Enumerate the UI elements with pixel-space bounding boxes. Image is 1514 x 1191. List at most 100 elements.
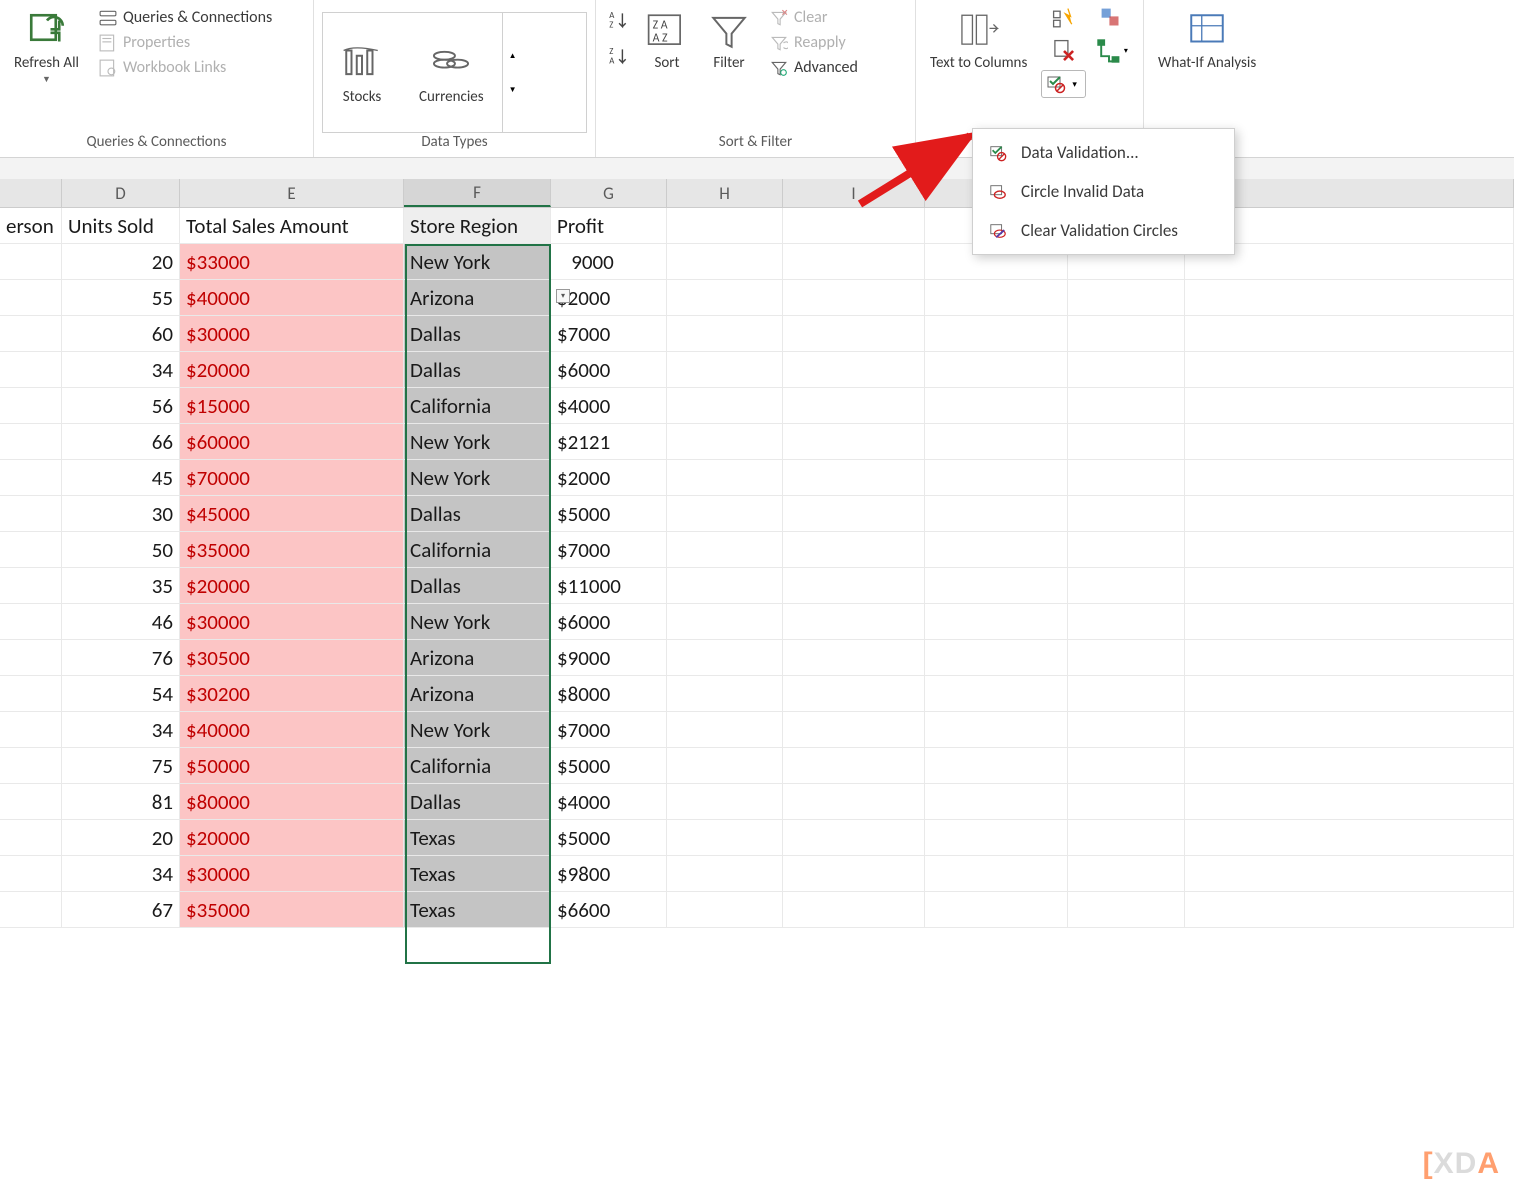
cell[interactable] [1068,712,1185,748]
cell[interactable] [783,712,925,748]
cell[interactable] [1185,640,1514,676]
cell-units[interactable]: 81 [62,784,180,820]
cell-sales[interactable]: $40000 [180,280,404,316]
cell[interactable] [667,388,783,424]
cell-profit[interactable]: $4000 [551,784,667,820]
cell-units[interactable]: 60 [62,316,180,352]
cell-sales[interactable]: $20000 [180,820,404,856]
queries-connections-button[interactable]: Queries & Connections [93,6,278,29]
cell[interactable] [1185,496,1514,532]
filter-button[interactable]: Filter [702,6,756,76]
col-header-h[interactable]: H [667,179,783,207]
cell[interactable] [0,280,62,316]
sort-az-button[interactable]: AZ [604,6,632,34]
relationships-button[interactable]: ▾ [1096,38,1128,64]
cell[interactable] [925,712,1068,748]
cell[interactable] [1185,352,1514,388]
cell[interactable] [783,640,925,676]
advanced-button[interactable]: Advanced [764,56,864,79]
cell[interactable] [1068,316,1185,352]
cell-profit[interactable]: $6000 [551,352,667,388]
col-header-e[interactable]: E [180,179,404,207]
cell[interactable] [0,676,62,712]
cell-header[interactable]: Units Sold [62,208,180,244]
cell-region[interactable]: Dallas [404,352,551,388]
cell[interactable] [1185,388,1514,424]
cell-profit[interactable]: $4000 [551,388,667,424]
cell-header[interactable]: Total Sales Amount [180,208,404,244]
cell[interactable] [1185,676,1514,712]
cell[interactable] [1068,676,1185,712]
cell[interactable] [925,316,1068,352]
cell[interactable] [783,748,925,784]
cell-units[interactable]: 67 [62,892,180,928]
cell[interactable] [783,424,925,460]
cell[interactable] [925,352,1068,388]
cell-profit[interactable]: $2000 [551,460,667,496]
cell-sales[interactable]: $30500 [180,640,404,676]
cell[interactable] [0,892,62,928]
cell[interactable] [783,568,925,604]
cell[interactable] [1185,424,1514,460]
cell[interactable] [783,208,925,244]
menu-circle-invalid[interactable]: Circle Invalid Data [973,172,1234,211]
cell[interactable] [0,424,62,460]
cell-region[interactable]: Arizona [404,676,551,712]
cell[interactable] [783,352,925,388]
cell[interactable] [0,712,62,748]
cell[interactable] [1068,424,1185,460]
cell[interactable] [1068,892,1185,928]
col-header-d[interactable]: D [62,179,180,207]
cell[interactable] [1068,496,1185,532]
refresh-all-button[interactable]: Refresh All ▼ [8,6,85,89]
cell[interactable] [1068,748,1185,784]
cell[interactable] [1185,280,1514,316]
cell-sales[interactable]: $60000 [180,424,404,460]
cell[interactable] [1068,820,1185,856]
cell-sales[interactable]: $30200 [180,676,404,712]
cell[interactable] [1068,280,1185,316]
cell-units[interactable]: 34 [62,856,180,892]
cell-region[interactable]: California [404,748,551,784]
cell[interactable] [667,892,783,928]
cell-profit[interactable]: $11000 [551,568,667,604]
menu-clear-circles[interactable]: Clear Validation Circles [973,211,1234,250]
cell[interactable] [1185,604,1514,640]
cell-header[interactable]: erson [0,208,62,244]
cell-profit[interactable]: $6000 [551,604,667,640]
cell[interactable] [0,856,62,892]
cell-sales[interactable]: $20000 [180,568,404,604]
cell-sales[interactable]: $45000 [180,496,404,532]
sort-za-button[interactable]: ZA [604,42,632,70]
cell[interactable] [783,244,925,280]
cell[interactable] [1068,856,1185,892]
cell[interactable] [783,316,925,352]
cell[interactable] [1185,316,1514,352]
cell[interactable] [1185,748,1514,784]
cell[interactable] [667,424,783,460]
cell-profit[interactable]: $7000 [551,532,667,568]
cell-profit[interactable]: $7000 [551,712,667,748]
cell[interactable] [1068,568,1185,604]
cell-sales[interactable]: $20000 [180,352,404,388]
cell[interactable] [1068,640,1185,676]
col-header-c[interactable] [0,179,62,207]
cell[interactable] [0,352,62,388]
cell-units[interactable]: 76 [62,640,180,676]
cell-units[interactable]: 34 [62,352,180,388]
currencies-button[interactable]: Currencies [401,32,502,114]
cell-region[interactable]: New York [404,244,551,280]
cell[interactable] [1068,460,1185,496]
cell[interactable] [667,712,783,748]
menu-data-validation[interactable]: Data Validation... [973,133,1234,172]
cell[interactable] [667,604,783,640]
cell[interactable] [0,568,62,604]
cell[interactable] [1185,532,1514,568]
data-validation-split-button[interactable]: ▾ [1041,70,1086,98]
cell[interactable] [925,532,1068,568]
cell[interactable] [667,280,783,316]
cell-units[interactable]: 66 [62,424,180,460]
cell[interactable] [667,244,783,280]
cell-header[interactable]: Profit [551,208,667,244]
cell-units[interactable]: 54 [62,676,180,712]
